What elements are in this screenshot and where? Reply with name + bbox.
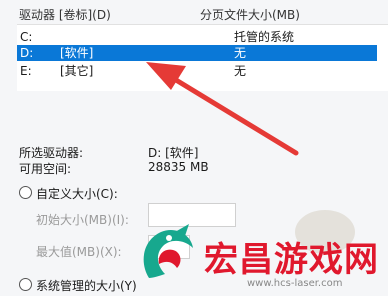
paging-size: 无 <box>234 64 247 78</box>
watermark-brand-text: 宏昌游戏网 <box>204 240 379 280</box>
drive-letter: C: <box>20 30 33 44</box>
selected-drive-value: D: [软件] <box>148 146 199 160</box>
watermark-url: www.hcs-laser.com <box>247 278 343 289</box>
column-header-drive: 驱动器 [卷标](D) <box>19 8 111 22</box>
system-managed-label: 系统管理的大小(Y) <box>36 279 137 293</box>
drive-label: [其它] <box>60 64 94 78</box>
initial-size-label: 初始大小(MB)(I): <box>36 213 129 227</box>
selected-drive-label: 所选驱动器: <box>19 146 84 160</box>
drive-label: [软件] <box>60 46 94 60</box>
custom-size-label: 自定义大小(C): <box>36 187 118 201</box>
drive-row-c[interactable]: C: 托管的系统 <box>17 29 377 45</box>
free-space-value: 28835 MB <box>148 160 209 174</box>
paging-size: 托管的系统 <box>234 30 295 44</box>
free-space-label: 可用空间: <box>19 162 72 176</box>
drive-list[interactable]: C: 托管的系统 D: [软件] 无 E: [其它] 无 <box>17 24 388 91</box>
drive-row-d[interactable]: D: [软件] 无 <box>17 45 377 61</box>
max-size-label: 最大值(MB)(X): <box>36 245 122 259</box>
custom-size-radio[interactable] <box>19 186 32 199</box>
drive-letter: D: <box>20 46 34 60</box>
system-managed-radio[interactable] <box>19 278 32 291</box>
drive-letter: E: <box>20 64 32 78</box>
dragon-logo-icon <box>143 224 193 278</box>
drive-row-e[interactable]: E: [其它] 无 <box>17 63 377 79</box>
paging-size: 无 <box>234 46 247 60</box>
column-header-paging-size: 分页文件大小(MB) <box>200 8 300 22</box>
